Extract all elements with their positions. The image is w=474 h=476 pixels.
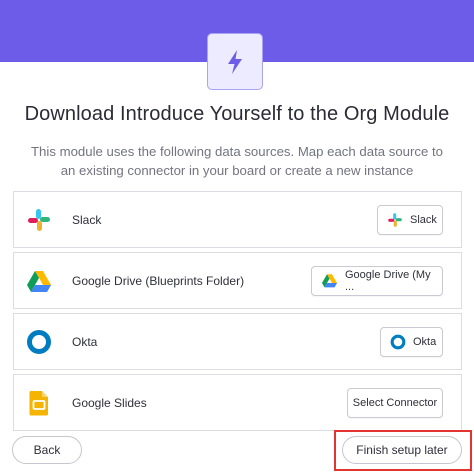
data-source-list: Slack Slack Google Drive (Blueprints Fol…: [13, 191, 462, 435]
google-slides-icon: [26, 390, 52, 416]
module-badge: [207, 33, 263, 90]
slack-icon: [387, 211, 403, 229]
data-source-row-okta: Okta Okta: [13, 313, 462, 370]
data-source-name: Google Slides: [72, 395, 147, 410]
google-drive-icon: [321, 272, 338, 290]
data-source-row-google-drive: Google Drive (Blueprints Folder) Google …: [13, 252, 462, 309]
connector-label: Google Drive (My ...: [345, 268, 431, 293]
connector-label: Slack: [410, 213, 437, 226]
connector-select-google-drive[interactable]: Google Drive (My ...: [311, 265, 443, 296]
data-source-row-google-slides: Google Slides Select Connector: [13, 374, 462, 431]
connector-label: Okta: [413, 335, 437, 348]
okta-icon: [26, 329, 52, 355]
connector-label: Select Connector: [352, 396, 438, 409]
data-source-name: Google Drive (Blueprints Folder): [72, 273, 245, 288]
connector-select-okta[interactable]: Okta: [380, 326, 443, 357]
lightning-bolt-icon: [228, 49, 242, 74]
data-source-name: Slack: [72, 212, 102, 227]
data-source-name: Okta: [72, 334, 98, 349]
select-connector-button[interactable]: Select Connector: [347, 387, 443, 418]
okta-icon: [390, 333, 406, 351]
page-subtitle: This module uses the following data sour…: [31, 144, 443, 178]
connector-select-slack[interactable]: Slack: [377, 204, 443, 235]
google-drive-icon: [26, 268, 52, 294]
slack-icon: [26, 207, 52, 233]
data-source-row-slack: Slack Slack: [13, 191, 462, 248]
back-button[interactable]: Back: [12, 436, 82, 464]
page-title: Download Introduce Yourself to the Org M…: [24, 103, 450, 125]
finish-setup-later-button[interactable]: Finish setup later: [342, 436, 462, 464]
